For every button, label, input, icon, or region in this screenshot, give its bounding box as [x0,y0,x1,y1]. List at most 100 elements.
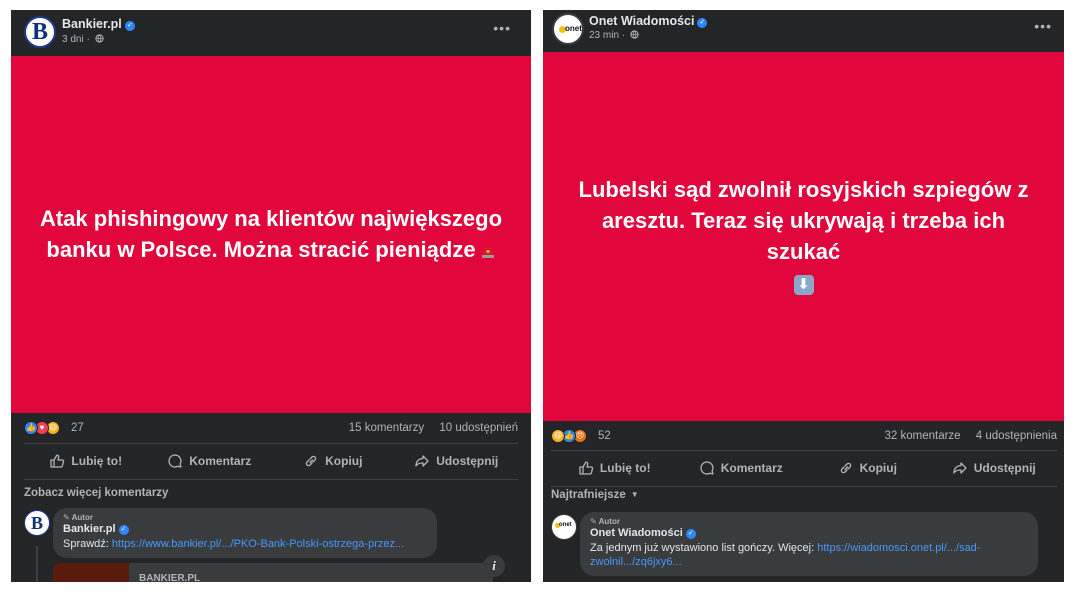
post-image[interactable]: Atak phishingowy na klientów największeg… [11,56,531,413]
separator: · [86,34,90,45]
author-badge-text: Autor [71,513,93,522]
link-preview-domain: BANKIER.PL [139,573,201,582]
info-icon[interactable]: i [483,555,505,577]
bankier-avatar[interactable]: B [24,16,56,48]
comment-label: Komentarz [720,461,783,475]
page-name-text[interactable]: Onet Wiadomości [589,14,694,28]
comment-author-text[interactable]: Onet Wiadomości [590,527,683,539]
divider [24,443,518,444]
verified-icon: ✓ [685,529,696,539]
comment-button[interactable]: Komentarz [148,446,272,476]
comment-author[interactable]: Bankier.pl ✓ [63,523,427,535]
page-name[interactable]: Bankier.pl ✓ [62,17,135,31]
thumbs-up-icon [579,461,594,475]
verified-icon: ✓ [118,525,129,535]
comment-link-continuation[interactable]: zwolnil.../zq6jxy6... [590,556,682,568]
share-count[interactable]: 10 udostępnień [439,422,518,434]
see-more-comments-link[interactable]: Zobacz więcej komentarzy [24,487,168,499]
share-count[interactable]: 4 udostępnienia [976,430,1057,442]
comment-text-prefix: Sprawdź: [63,538,112,550]
link-icon [305,455,317,467]
onet-logo: onet [559,522,572,528]
sort-label: Najtrafniejsze [551,489,626,501]
comment-button[interactable]: Komentarz [678,453,805,483]
more-options-icon[interactable]: ••• [1034,18,1052,34]
comment-text: Za jednym już wystawiono list gończy. Wi… [590,541,1028,570]
comment-link[interactable]: https://www.bankier.pl/.../PKO-Bank-Pols… [112,538,404,550]
link-icon [840,462,851,474]
comment-label: Komentarz [189,454,252,468]
post-time[interactable]: 3 dni · [62,34,104,45]
action-bar: Lubię to! Komentarz Kopiuj Udostępnij [551,453,1057,483]
author-badge: ✎ Autor [63,513,93,522]
like-button[interactable]: Lubię to! [551,453,678,483]
thumbs-up-icon [50,454,65,468]
comment-bubble: ✎ Autor Onet Wiadomości ✓ Za jednym już w… [580,512,1038,576]
copy-label: Kopiuj [325,454,363,468]
stat-right: 15 komentarzy 10 udostępnień [337,422,518,434]
comment-avatar[interactable]: B [24,510,50,536]
like-label: Lubię to! [599,461,651,475]
copy-label: Kopiuj [859,461,897,475]
divider [551,450,1057,451]
comment-bubble-icon [700,461,714,475]
comment-count[interactable]: 32 komentarze [885,430,961,442]
comment-text: Sprawdź: https://www.bankier.pl/.../PKO-… [63,537,427,551]
comment-bubble-icon [168,454,182,468]
post-header: B Bankier.pl ✓ 3 dni · ••• [11,10,531,54]
comment-count[interactable]: 15 komentarzy [349,422,424,434]
stat-right: 32 komentarze 4 udostępnienia [873,430,1058,442]
thread-line [36,546,38,582]
link-preview-card[interactable]: BANKIER.PL [53,563,493,582]
engagement-stats: 😆 👍 😠 52 32 komentarze 4 udostępnienia [551,427,1057,447]
divider [551,486,1057,487]
reaction-count[interactable]: 27 [71,422,84,434]
comment-author-text[interactable]: Bankier.pl [63,523,116,535]
share-button[interactable]: Udostępnij [931,453,1058,483]
author-badge: ✎ Autor [590,517,620,526]
comment-author[interactable]: Onet Wiadomości ✓ [590,527,1028,539]
bankier-post: B Bankier.pl ✓ 3 dni · ••• Atak phishingo… [11,10,531,582]
comment-avatar[interactable]: onet [551,514,577,540]
onet-post: onet Onet Wiadomości ✓ 23 min · ••• Lubel… [543,10,1064,582]
divider [24,479,518,480]
share-button[interactable]: Udostępnij [395,446,519,476]
like-label: Lubię to! [71,454,123,468]
globe-icon [94,34,104,43]
bankier-logo: B [30,512,43,533]
like-button[interactable]: Lubię to! [24,446,148,476]
like-reaction-icon: 👍 [24,421,38,435]
author-badge-text: Autor [598,517,620,526]
share-label: Udostępnij [436,454,499,468]
onet-avatar[interactable]: onet [552,13,584,45]
comment-bubble: ✎ Autor Bankier.pl ✓ Sprawdź: https://www… [53,508,437,558]
haha-reaction-icon: 😆 [551,429,565,443]
link-preview-thumbnail [53,563,129,582]
comment-sort-dropdown[interactable]: Najtrafniejsze ▼ [551,489,639,501]
reaction-count[interactable]: 52 [598,430,611,442]
post-time-text[interactable]: 23 min [589,30,619,41]
comment-link[interactable]: https://wiadomosci.onet.pl/.../sad- [817,542,980,554]
globe-icon [630,30,639,39]
post-image-text: Lubelski sąd zwolnił rosyjskich szpiegów… [543,175,1064,298]
comment-text-prefix: Za jednym już wystawiono list gończy. Wi… [590,542,818,554]
more-options-icon[interactable]: ••• [493,20,511,36]
post-time-text[interactable]: 3 dni [62,34,84,45]
action-bar: Lubię to! Komentarz Kopiuj Udostępnij [24,446,518,476]
copy-button[interactable]: Kopiuj [271,446,395,476]
siren-icon [481,246,494,258]
page-name[interactable]: Onet Wiadomości ✓ [589,14,708,28]
post-image[interactable]: Lubelski sąd zwolnił rosyjskich szpiegów… [543,52,1064,421]
verified-icon: ✓ [124,21,135,31]
share-arrow-icon [415,455,429,467]
post-image-headline: Atak phishingowy na klientów największeg… [39,205,503,262]
page-name-text[interactable]: Bankier.pl [62,17,122,31]
post-image-text: Atak phishingowy na klientów największeg… [11,204,531,266]
onet-logo: onet [565,24,582,33]
copy-button[interactable]: Kopiuj [804,453,931,483]
share-label: Udostępnij [973,461,1036,475]
engagement-stats: 👍 ♥ 😆 27 15 komentarzy 10 udostępnień [24,419,518,439]
down-arrow-icon: ⬇ [793,275,814,296]
post-image-headline: Lubelski sąd zwolnił rosyjskich szpiegów… [578,176,1029,264]
post-time[interactable]: 23 min · [589,30,639,41]
